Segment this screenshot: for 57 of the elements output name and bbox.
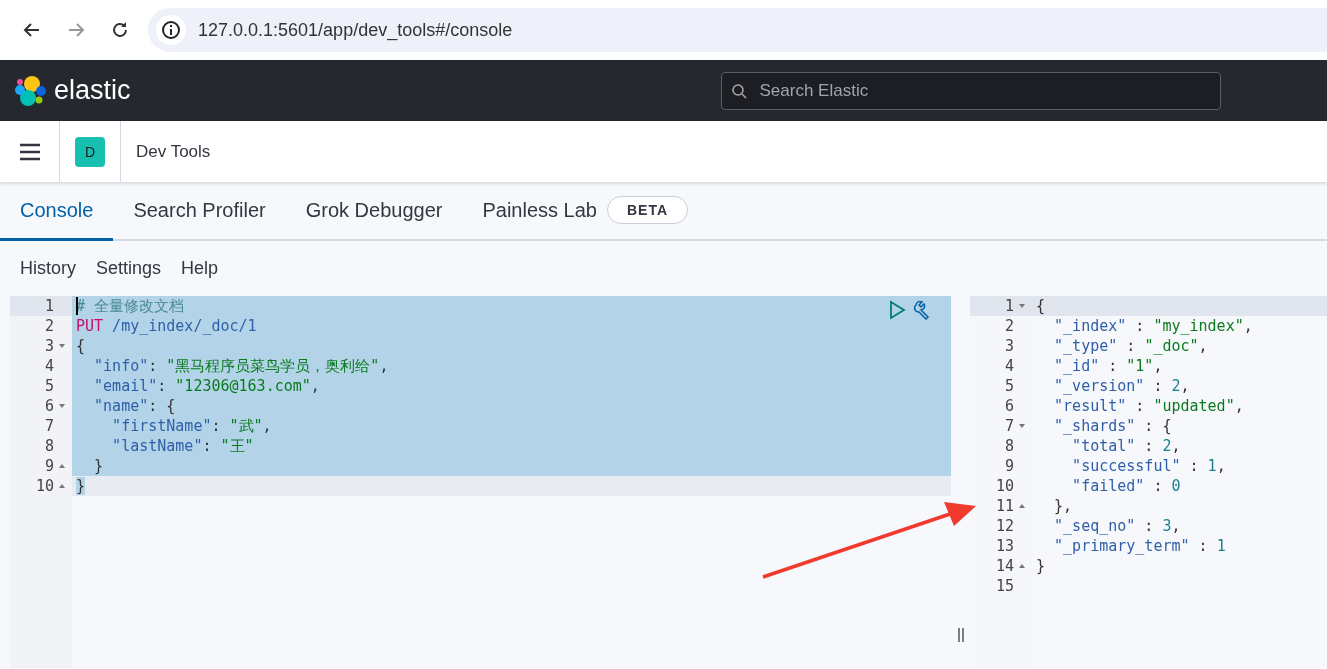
line-number: 7 <box>970 416 1032 436</box>
code-line: "_primary_term" : 1 <box>1053 536 1227 556</box>
play-icon[interactable] <box>887 300 907 320</box>
line-number: 5 <box>1003 376 1015 396</box>
menu-item[interactable]: Settings <box>86 258 172 279</box>
line-number: 5 <box>43 376 55 396</box>
menu-item[interactable]: History <box>10 258 86 279</box>
code-line: } <box>1035 556 1047 576</box>
code-line: "_seq_no" : 3, <box>1053 516 1182 536</box>
resize-handle-icon[interactable] <box>956 628 965 642</box>
code-line: "successful" : 1, <box>1071 456 1227 476</box>
breadcrumb-title: Dev Tools <box>135 141 211 162</box>
menu-item[interactable]: Help <box>171 258 229 279</box>
line-number: 7 <box>43 416 55 436</box>
line-number: 14 <box>970 556 1032 576</box>
line-number: 11 <box>970 496 1032 516</box>
code-line: "total" : 2, <box>1071 436 1182 456</box>
line-number: 9 <box>1003 456 1015 476</box>
line-number: 3 <box>10 336 72 356</box>
code-line: "_index" : "my_index", <box>1053 316 1254 336</box>
line-number: 8 <box>43 436 55 456</box>
line-number: 10 <box>10 476 72 496</box>
code-line: "_shards" : { <box>1053 416 1173 436</box>
code-line: }, <box>1053 496 1074 516</box>
line-number: 6 <box>1003 396 1015 416</box>
line-number: 15 <box>994 576 1015 596</box>
search-field[interactable]: Search Elastic <box>720 71 1221 110</box>
line-number: 4 <box>1003 356 1015 376</box>
text-cursor <box>76 297 78 315</box>
line-number: 12 <box>994 516 1015 536</box>
code-line: "_type" : "_doc", <box>1053 336 1209 356</box>
search-icon <box>730 82 747 99</box>
line-number: 4 <box>43 356 55 376</box>
info-icon[interactable] <box>156 15 186 45</box>
line-number: 1 <box>10 296 72 316</box>
address-bar[interactable]: 127.0.0.1:5601/app/dev_tools#/console <box>148 8 1327 52</box>
line-number: 8 <box>1003 436 1015 456</box>
menu-icon <box>18 142 41 161</box>
code-line: "_id" : "1", <box>1053 356 1164 376</box>
line-number: 3 <box>1003 336 1015 356</box>
line-number: 10 <box>994 476 1015 496</box>
code-line: "failed" : 0 <box>1071 476 1182 496</box>
line-number: 9 <box>10 456 72 476</box>
line-number: 2 <box>1003 316 1015 336</box>
beta-badge: BETA <box>606 196 689 224</box>
code-line: "_version" : 2, <box>1053 376 1191 396</box>
line-number: 13 <box>994 536 1015 556</box>
code-line: "result" : "updated", <box>1053 396 1245 416</box>
tab[interactable]: Painless Lab BETA <box>462 182 709 241</box>
line-number: 6 <box>10 396 72 416</box>
logo-text: elastic <box>54 75 131 106</box>
line-number: 2 <box>43 316 55 336</box>
tab[interactable]: Search Profiler <box>113 182 286 241</box>
logo-icon <box>14 74 46 107</box>
tab[interactable]: Grok Debugger <box>285 182 463 241</box>
line-number: 1 <box>970 296 1032 316</box>
app-avatar[interactable]: D <box>75 136 105 167</box>
